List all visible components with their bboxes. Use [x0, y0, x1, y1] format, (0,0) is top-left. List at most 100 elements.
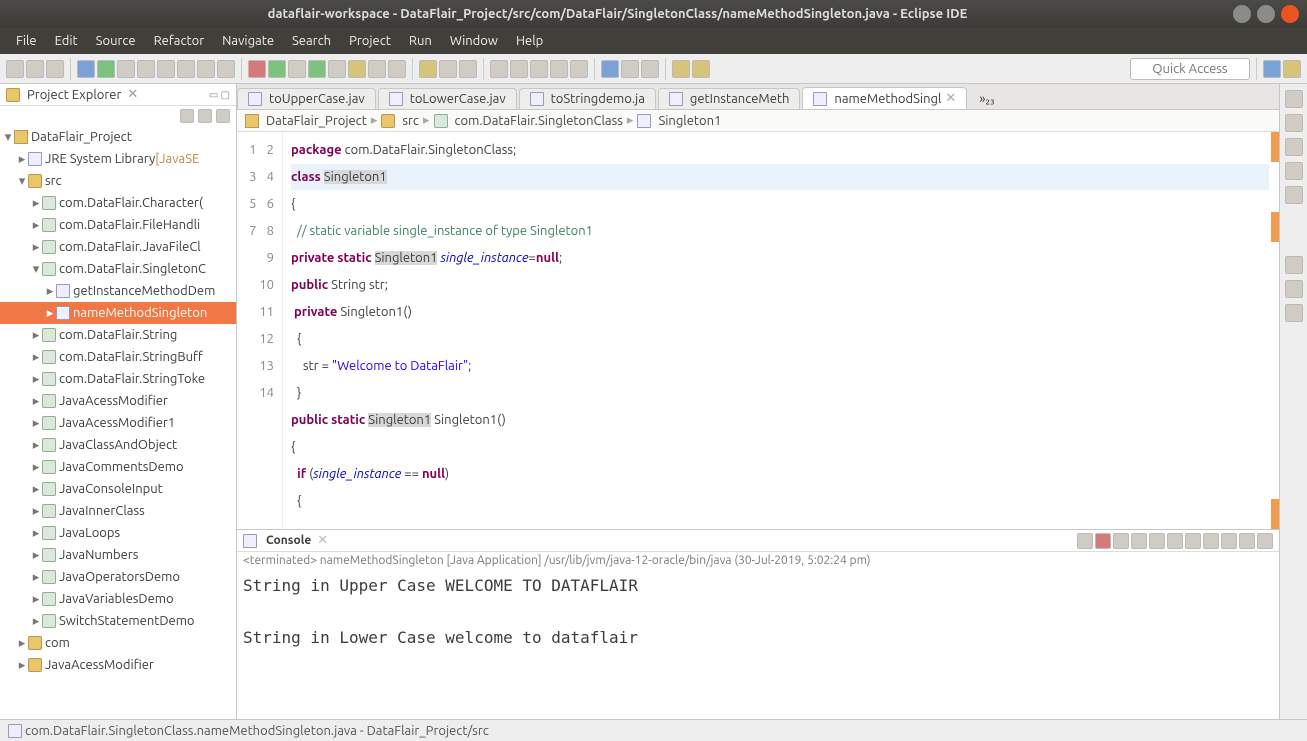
console-output[interactable]: String in Upper Case WELCOME TO DATAFLAI… [237, 569, 1279, 719]
tool-button[interactable] [77, 60, 95, 78]
tool-button[interactable] [439, 60, 457, 78]
tool-button[interactable] [641, 60, 659, 78]
tool-button[interactable] [117, 60, 135, 78]
new-button[interactable] [6, 60, 24, 78]
trim-button[interactable] [1285, 138, 1303, 156]
tree-pkg[interactable]: ▸com.DataFlair.Character( [0, 192, 236, 214]
tree-pkg[interactable]: ▸JavaNumbers [0, 544, 236, 566]
tree-jre[interactable]: ▸JRE System Library [JavaSE [0, 148, 236, 170]
tool-button[interactable] [328, 60, 346, 78]
tree-pkg[interactable]: ▸com.DataFlair.StringToke [0, 368, 236, 390]
tool-button[interactable] [570, 60, 588, 78]
breadcrumb-item[interactable]: Singleton1 [658, 114, 721, 128]
menu-file[interactable]: File [8, 32, 45, 50]
tree-pkg[interactable]: ▸com.DataFlair.JavaFileCl [0, 236, 236, 258]
tree-pkg[interactable]: ▸JavaConsoleInput [0, 478, 236, 500]
link-editor-button[interactable] [198, 109, 212, 123]
menu-edit[interactable]: Edit [47, 32, 86, 50]
tool-button[interactable] [530, 60, 548, 78]
tool-button[interactable] [621, 60, 639, 78]
tool-button[interactable] [137, 60, 155, 78]
console-btn[interactable] [1185, 533, 1201, 549]
trim-button[interactable] [1285, 256, 1303, 274]
console-btn[interactable] [1257, 533, 1273, 549]
tool-button[interactable] [601, 60, 619, 78]
tree-src[interactable]: ▾src [0, 170, 236, 192]
maximize-button[interactable] [1257, 5, 1275, 23]
project-tree[interactable]: ▾DataFlair_Project ▸JRE System Library [… [0, 126, 236, 719]
tool-button[interactable] [510, 60, 528, 78]
trim-button[interactable] [1285, 280, 1303, 298]
tree-file[interactable]: ▸getInstanceMethodDem [0, 280, 236, 302]
tree-project[interactable]: ▾DataFlair_Project [0, 126, 236, 148]
console-btn[interactable] [1113, 533, 1129, 549]
tool-button[interactable] [288, 60, 306, 78]
tree-folder[interactable]: ▸com [0, 632, 236, 654]
console-btn[interactable] [1131, 533, 1147, 549]
breadcrumb-item[interactable]: src [402, 114, 419, 128]
menu-project[interactable]: Project [341, 32, 399, 50]
tree-pkg[interactable]: ▸com.DataFlair.FileHandli [0, 214, 236, 236]
breadcrumb[interactable]: DataFlair_Project▸ src▸ com.DataFlair.Si… [237, 110, 1279, 132]
tree-pkg[interactable]: ▸JavaOperatorsDemo [0, 566, 236, 588]
trim-button[interactable] [1285, 162, 1303, 180]
tab-tostring[interactable]: toStringdemo.ja [519, 88, 656, 109]
perspective-java[interactable] [1283, 60, 1301, 78]
console-btn[interactable] [1077, 533, 1093, 549]
trim-button[interactable] [1285, 90, 1303, 108]
run-button[interactable] [268, 60, 286, 78]
console-btn[interactable] [1167, 533, 1183, 549]
close-view-icon[interactable]: ✕ [127, 87, 138, 102]
code-editor[interactable]: 1 2 3 4 5 6 7 8 9 10 11 12 13 14 package… [237, 132, 1279, 529]
tool-button[interactable] [197, 60, 215, 78]
tree-folder[interactable]: ▸JavaAcessModifier [0, 654, 236, 676]
view-menu-button[interactable] [216, 109, 230, 123]
tree-pkg[interactable]: ▸JavaAcessModifier [0, 390, 236, 412]
tab-tolower[interactable]: toLowerCase.jav [378, 88, 517, 109]
tree-pkg[interactable]: ▾com.DataFlair.SingletonC [0, 258, 236, 280]
tree-pkg[interactable]: ▸JavaInnerClass [0, 500, 236, 522]
tab-overflow[interactable]: »₂₃ [969, 89, 1004, 109]
tool-button[interactable] [217, 60, 235, 78]
menu-search[interactable]: Search [284, 32, 339, 50]
back-button[interactable] [672, 60, 690, 78]
menu-source[interactable]: Source [88, 32, 144, 50]
console-btn[interactable] [1203, 533, 1219, 549]
tree-pkg[interactable]: ▸JavaClassAndObject [0, 434, 236, 456]
tree-pkg[interactable]: ▸JavaLoops [0, 522, 236, 544]
tab-getinstance[interactable]: getInstanceMeth [658, 88, 801, 109]
tool-button[interactable] [490, 60, 508, 78]
menu-run[interactable]: Run [401, 32, 440, 50]
tool-button[interactable] [157, 60, 175, 78]
trim-button[interactable] [1285, 114, 1303, 132]
breadcrumb-item[interactable]: com.DataFlair.SingletonClass [455, 114, 623, 128]
tab-toupper[interactable]: toUpperCase.jav [237, 88, 376, 109]
debug-button[interactable] [248, 60, 266, 78]
tree-pkg[interactable]: ▸com.DataFlair.StringBuff [0, 346, 236, 368]
tool-button[interactable] [177, 60, 195, 78]
tool-button[interactable] [368, 60, 386, 78]
menu-help[interactable]: Help [508, 32, 551, 50]
tool-button[interactable] [348, 60, 366, 78]
perspective-open[interactable] [1263, 60, 1281, 78]
tool-button[interactable] [97, 60, 115, 78]
save-button[interactable] [26, 60, 44, 78]
view-min-icon[interactable]: ▭ ▢ [209, 89, 230, 101]
close-console-icon[interactable]: ✕ [317, 533, 328, 548]
tree-pkg[interactable]: ▸com.DataFlair.String [0, 324, 236, 346]
console-btn[interactable] [1239, 533, 1255, 549]
tool-button[interactable] [388, 60, 406, 78]
quick-access-input[interactable] [1130, 58, 1250, 80]
close-button[interactable] [1281, 5, 1299, 23]
tree-pkg[interactable]: ▸SwitchStatementDemo [0, 610, 236, 632]
close-tab-icon[interactable]: ✕ [945, 91, 956, 106]
trim-button[interactable] [1285, 186, 1303, 204]
trim-button[interactable] [1285, 304, 1303, 322]
menu-window[interactable]: Window [442, 32, 506, 50]
breadcrumb-item[interactable]: DataFlair_Project [266, 114, 367, 128]
tree-pkg[interactable]: ▸JavaAcessModifier1 [0, 412, 236, 434]
overview-ruler[interactable] [1269, 132, 1279, 529]
save-all-button[interactable] [46, 60, 64, 78]
tool-button[interactable] [459, 60, 477, 78]
code-content[interactable]: package com.DataFlair.SingletonClass; cl… [283, 132, 1279, 529]
